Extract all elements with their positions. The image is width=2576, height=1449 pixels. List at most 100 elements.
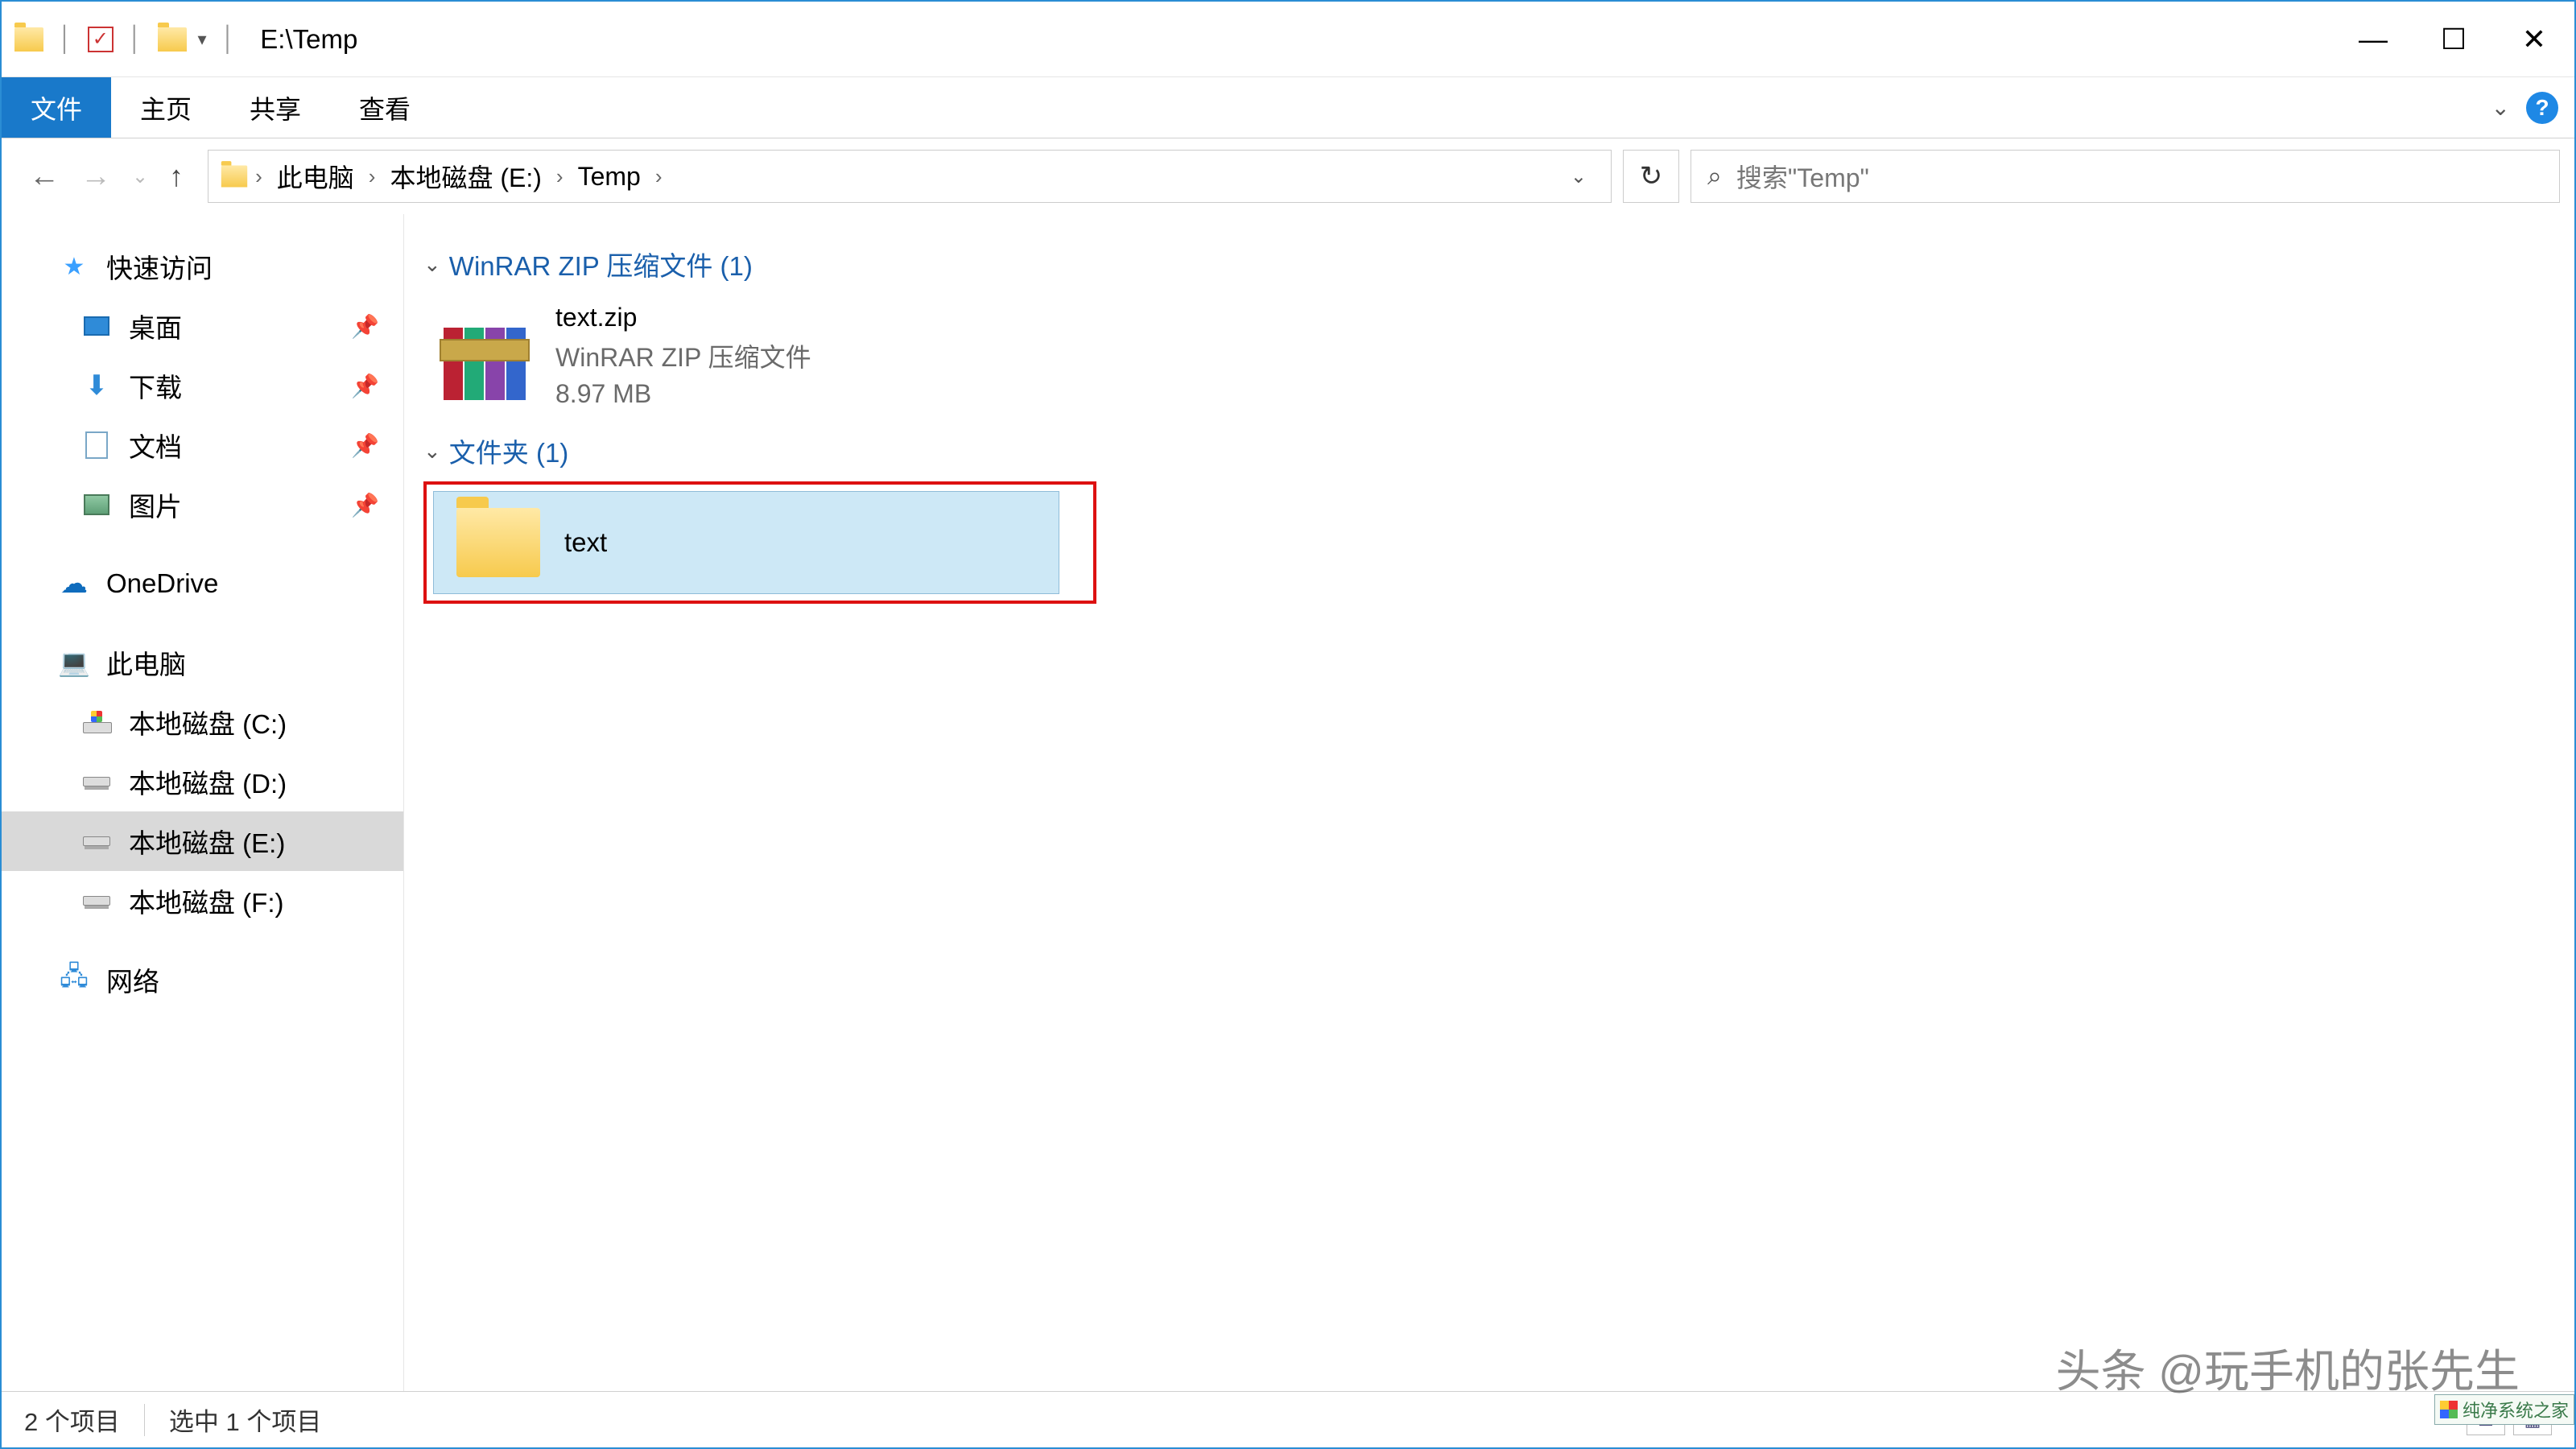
sidebar-item-label: 本地磁盘 (E:) — [129, 822, 285, 861]
sidebar-network[interactable]: 🖧 网络 — [2, 950, 403, 1009]
folder-icon — [221, 166, 247, 188]
search-icon: ⌕ — [1707, 161, 1722, 192]
close-button[interactable]: ✕ — [2494, 2, 2574, 76]
help-icon[interactable]: ? — [2526, 92, 2558, 124]
sidebar-disk-c[interactable]: 本地磁盘 (C:) — [2, 692, 403, 752]
sidebar-disk-d[interactable]: 本地磁盘 (D:) — [2, 752, 403, 811]
sidebar-pictures[interactable]: 图片 📌 — [2, 475, 403, 535]
qat-dropdown-icon[interactable]: ▾ — [198, 29, 207, 50]
history-dropdown-icon[interactable]: ⌄ — [132, 165, 148, 188]
thumbnails-view-button[interactable]: ▦ — [2513, 1405, 2552, 1435]
status-selected-count: 选中 1 个项目 — [169, 1402, 321, 1438]
status-bar: 2 个项目 选中 1 个项目 ☰ ▦ — [2, 1391, 2574, 1447]
file-name: text.zip — [555, 303, 811, 332]
sidebar-desktop[interactable]: 桌面 📌 — [2, 296, 403, 356]
highlight-box: text — [423, 481, 1096, 604]
search-input[interactable]: ⌕ 搜索"Temp" — [1690, 150, 2560, 203]
crumb-disk-e[interactable]: 本地磁盘 (E:) — [382, 158, 549, 195]
refresh-button[interactable]: ↻ — [1623, 150, 1679, 203]
sidebar-downloads[interactable]: ⬇ 下载 📌 — [2, 356, 403, 415]
group-label: WinRAR ZIP 压缩文件 (1) — [449, 245, 753, 283]
window-title: E:\Temp — [260, 24, 357, 55]
details-view-button[interactable]: ☰ — [2467, 1405, 2505, 1435]
sidebar-item-label: 网络 — [106, 960, 159, 999]
sidebar-item-label: 此电脑 — [106, 643, 186, 682]
tab-file[interactable]: 文件 — [2, 77, 111, 138]
chevron-down-icon[interactable]: ⌄ — [423, 439, 441, 464]
sidebar-disk-e[interactable]: 本地磁盘 (E:) — [2, 811, 403, 871]
network-icon: 🖧 — [60, 965, 89, 994]
sidebar-item-label: 本地磁盘 (C:) — [129, 703, 287, 741]
address-bar[interactable]: › 此电脑 › 本地磁盘 (E:) › Temp › ⌄ — [208, 150, 1612, 203]
nav-arrows: ← → ⌄ ↑ — [16, 159, 196, 194]
sidebar-onedrive[interactable]: ☁ OneDrive — [2, 554, 403, 613]
disk-icon — [82, 708, 111, 737]
file-meta: text.zip WinRAR ZIP 压缩文件 8.97 MB — [555, 303, 811, 409]
forward-button[interactable]: → — [80, 159, 111, 194]
separator: │ — [128, 26, 143, 53]
view-mode-switcher: ☰ ▦ — [2467, 1405, 2552, 1435]
tab-share[interactable]: 共享 — [221, 77, 330, 138]
sidebar-item-label: 桌面 — [129, 307, 182, 345]
content-pane[interactable]: ⌄ WinRAR ZIP 压缩文件 (1) text.zip WinRAR ZI… — [404, 214, 2574, 1391]
group-header-zip[interactable]: ⌄ WinRAR ZIP 压缩文件 (1) — [423, 245, 2555, 283]
disk-icon — [82, 767, 111, 796]
chevron-right-icon[interactable]: › — [369, 164, 376, 189]
sidebar-item-label: 快速访问 — [106, 247, 213, 286]
crumb-this-pc[interactable]: 此电脑 — [269, 158, 362, 195]
pin-icon: 📌 — [351, 373, 379, 399]
quick-access-toolbar: │ ✓ │ ▾ │ E:\Temp — [2, 24, 357, 55]
folder-icon[interactable] — [158, 27, 187, 52]
cloud-icon: ☁ — [60, 569, 89, 598]
sidebar-item-label: 下载 — [129, 366, 182, 405]
pin-icon: 📌 — [351, 432, 379, 459]
search-placeholder: 搜索"Temp" — [1736, 158, 1869, 195]
file-item-zip[interactable]: text.zip WinRAR ZIP 压缩文件 8.97 MB — [423, 295, 1084, 417]
separator: │ — [221, 26, 237, 53]
body: ★ 快速访问 桌面 📌 ⬇ 下载 📌 文档 📌 图片 📌 — [2, 214, 2574, 1391]
chevron-down-icon[interactable]: ⌄ — [423, 252, 441, 277]
pc-icon: 💻 — [60, 648, 89, 677]
maximize-button[interactable]: ☐ — [2413, 2, 2494, 76]
sidebar-quick-access[interactable]: ★ 快速访问 — [2, 237, 403, 296]
tab-view[interactable]: 查看 — [330, 77, 440, 138]
sidebar-item-label: 文档 — [129, 426, 182, 464]
sidebar-item-label: 图片 — [129, 485, 182, 524]
address-dropdown-icon[interactable]: ⌄ — [1558, 165, 1600, 188]
chevron-right-icon[interactable]: › — [655, 164, 663, 189]
titlebar: │ ✓ │ ▾ │ E:\Temp — ☐ ✕ — [2, 2, 2574, 77]
group-label: 文件夹 (1) — [449, 431, 569, 470]
chevron-right-icon[interactable]: › — [255, 164, 262, 189]
sidebar-disk-f[interactable]: 本地磁盘 (F:) — [2, 871, 403, 931]
file-type: WinRAR ZIP 压缩文件 — [555, 337, 811, 374]
sidebar-documents[interactable]: 文档 📌 — [2, 415, 403, 475]
archive-icon — [436, 312, 533, 400]
pin-icon: 📌 — [351, 492, 379, 518]
folder-icon — [456, 508, 540, 577]
minimize-button[interactable]: — — [2333, 2, 2413, 76]
back-button[interactable]: ← — [29, 159, 60, 194]
separator: │ — [58, 26, 73, 53]
window-controls: — ☐ ✕ — [2333, 2, 2574, 76]
folder-name: text — [564, 527, 607, 558]
sidebar-this-pc[interactable]: 💻 此电脑 — [2, 633, 403, 692]
folder-item-text[interactable]: text — [433, 491, 1059, 594]
group-header-folder[interactable]: ⌄ 文件夹 (1) — [423, 431, 2555, 470]
navigation-bar: ← → ⌄ ↑ › 此电脑 › 本地磁盘 (E:) › Temp › ⌄ ↻ ⌕… — [2, 138, 2574, 214]
separator — [144, 1404, 145, 1436]
status-item-count: 2 个项目 — [24, 1402, 120, 1438]
chevron-right-icon[interactable]: › — [556, 164, 564, 189]
explorer-window: │ ✓ │ ▾ │ E:\Temp — ☐ ✕ 文件 主页 共享 查看 ⌄ ? … — [0, 0, 2576, 1449]
properties-icon[interactable]: ✓ — [88, 27, 114, 52]
pin-icon: 📌 — [351, 313, 379, 340]
sidebar-item-label: 本地磁盘 (D:) — [129, 762, 287, 801]
document-icon — [82, 431, 111, 460]
download-icon: ⬇ — [82, 371, 111, 400]
up-button[interactable]: ↑ — [169, 159, 184, 193]
tab-home[interactable]: 主页 — [111, 77, 221, 138]
crumb-temp[interactable]: Temp — [570, 162, 649, 192]
sidebar-item-label: 本地磁盘 (F:) — [129, 881, 283, 920]
ribbon-expand-icon[interactable]: ⌄ — [2491, 94, 2510, 121]
disk-icon — [82, 827, 111, 856]
sidebar-item-label: OneDrive — [106, 568, 218, 599]
